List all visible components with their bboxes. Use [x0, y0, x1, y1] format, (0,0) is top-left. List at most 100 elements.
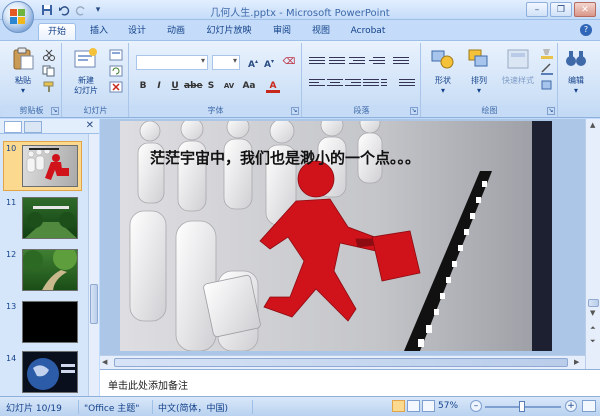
slide-number: 12 [6, 250, 17, 259]
tab-animations[interactable]: 动画 [160, 23, 192, 40]
delete-slide-icon[interactable] [109, 81, 123, 93]
font-color-icon[interactable]: A [266, 79, 280, 93]
drawing-launcher-icon[interactable]: ↘ [547, 107, 555, 115]
copy-icon[interactable] [42, 65, 56, 77]
ribbon-tabs: 开始 插入 设计 动画 幻灯片放映 审阅 视图 Acrobat ? [0, 20, 600, 40]
paragraph-launcher-icon[interactable]: ↘ [410, 107, 418, 115]
scroll-left-icon[interactable]: ◀ [102, 358, 107, 366]
thumbnail-scrollbar[interactable] [88, 134, 99, 396]
tab-insert[interactable]: 插入 [84, 23, 114, 40]
underline-icon[interactable]: U [168, 79, 182, 93]
align-left-icon[interactable] [309, 77, 325, 89]
normal-view-icon[interactable] [392, 400, 405, 412]
slide-thumbnail-12[interactable] [22, 249, 78, 291]
columns-icon[interactable] [381, 77, 397, 89]
close-panel-icon[interactable]: ✕ [86, 120, 94, 131]
bold-icon[interactable]: B [136, 79, 150, 93]
editing-group: 编辑 ▾ [559, 43, 593, 117]
slide-horizontal-scrollbar[interactable]: ◀ ▶ [100, 355, 585, 369]
minimize-button[interactable]: – [526, 2, 548, 17]
shrink-font-icon[interactable]: A▾ [262, 55, 276, 70]
paste-button[interactable]: 粘贴 ▾ [6, 47, 40, 96]
close-button[interactable]: ✕ [574, 2, 596, 17]
previous-slide-icon[interactable]: ⏶ [590, 324, 596, 333]
tab-home[interactable]: 开始 [38, 23, 76, 40]
zoom-in-icon[interactable]: + [565, 400, 577, 412]
notes-pane[interactable]: 单击此处添加备注 [100, 369, 600, 396]
align-center-icon[interactable] [327, 77, 343, 89]
shape-effects-icon[interactable] [540, 79, 554, 91]
window-title: 几何人生.pptx - Microsoft PowerPoint [210, 8, 390, 19]
zoom-out-icon[interactable]: – [470, 400, 482, 412]
scroll-up-icon[interactable]: ▲ [590, 121, 595, 129]
tab-design[interactable]: 设计 [122, 23, 152, 40]
reset-icon[interactable] [109, 65, 123, 77]
decrease-indent-icon[interactable] [349, 55, 365, 67]
thumbnail-scroll-thumb[interactable] [90, 284, 98, 324]
slide-thumbnail-10[interactable] [22, 145, 78, 187]
shape-fill-icon[interactable] [540, 47, 554, 59]
slide-scroll-thumb[interactable] [588, 299, 599, 307]
font-name-select[interactable]: ▾ [136, 55, 208, 70]
tab-review[interactable]: 审阅 [266, 23, 298, 40]
clipboard-launcher-icon[interactable]: ↘ [51, 107, 59, 115]
slide-canvas[interactable]: 茫茫宇宙中，我们也是渺小的一个点。。。 [120, 121, 552, 351]
restore-button[interactable]: ❐ [550, 2, 572, 17]
text-direction-icon[interactable] [399, 77, 415, 89]
line-spacing-icon[interactable] [393, 55, 409, 67]
editing-button[interactable]: 编辑 ▾ [559, 47, 593, 96]
tab-view[interactable]: 视图 [306, 23, 336, 40]
clear-formatting-icon[interactable]: ⌫ [282, 55, 296, 69]
change-case-icon[interactable]: Aa [242, 79, 256, 93]
slide-thumbnail-14[interactable] [22, 351, 78, 393]
scroll-right-icon[interactable]: ▶ [574, 358, 579, 366]
slide-thumbnail-13[interactable] [22, 301, 78, 343]
quick-styles-button[interactable]: 快速样式 [498, 47, 538, 86]
zoom-level[interactable]: 57% [438, 401, 458, 411]
language-indicator[interactable]: 中文(简体，中国) [158, 401, 228, 414]
title-bar: ▾ 几何人生.pptx - Microsoft PowerPoint – ❐ ✕ [0, 0, 600, 20]
office-button[interactable] [2, 1, 34, 33]
tab-acrobat[interactable]: Acrobat [344, 23, 392, 40]
tab-slides-view[interactable] [4, 121, 22, 133]
shapes-button[interactable]: 形状 ▾ [426, 47, 460, 96]
slideshow-view-icon[interactable] [422, 400, 435, 412]
slide-sorter-view-icon[interactable] [407, 400, 420, 412]
horizontal-scroll-thumb[interactable] [114, 358, 568, 367]
slide-vertical-scrollbar[interactable]: ▲ ⏶ ⏷ ▼ [585, 119, 600, 369]
bullets-icon[interactable] [309, 55, 325, 67]
format-painter-icon[interactable] [42, 81, 56, 93]
quick-styles-icon [507, 49, 529, 69]
cut-icon[interactable] [42, 49, 56, 61]
slide-title-text[interactable]: 茫茫宇宙中，我们也是渺小的一个点。。。 [150, 147, 420, 168]
align-right-icon[interactable] [345, 77, 361, 89]
tab-outline-view[interactable] [24, 121, 42, 133]
paragraph-group: 段落 ↘ [303, 43, 421, 117]
numbering-icon[interactable] [329, 55, 345, 67]
strikethrough-icon[interactable]: abe [184, 79, 203, 93]
next-slide-icon[interactable]: ⏷ [590, 337, 596, 346]
slides-group: 新建 幻灯片 幻灯片 [63, 43, 129, 117]
increase-indent-icon[interactable] [369, 55, 385, 67]
slide-thumbnail-11[interactable] [22, 197, 78, 239]
font-launcher-icon[interactable]: ↘ [291, 107, 299, 115]
paragraph-group-label: 段落 [303, 105, 420, 117]
shape-outline-icon[interactable] [540, 63, 554, 75]
char-spacing-icon[interactable]: AV [222, 79, 236, 93]
grow-font-icon[interactable]: A▴ [246, 55, 260, 70]
help-icon[interactable]: ? [580, 24, 592, 36]
tab-slideshow[interactable]: 幻灯片放映 [200, 23, 258, 40]
slide-number: 13 [6, 302, 17, 311]
font-size-select[interactable]: ▾ [212, 55, 240, 70]
new-slide-button[interactable]: 新建 幻灯片 [67, 47, 105, 96]
shapes-icon [431, 50, 454, 69]
justify-icon[interactable] [363, 77, 379, 89]
drawing-group: 形状 ▾ 排列 ▾ 快速样式 绘图 ↘ [422, 43, 558, 117]
italic-icon[interactable]: I [152, 79, 166, 93]
text-shadow-icon[interactable]: S [204, 79, 218, 93]
layout-icon[interactable] [109, 49, 123, 61]
scroll-down-icon[interactable]: ▼ [590, 309, 595, 317]
fit-to-window-icon[interactable] [582, 400, 596, 412]
arrange-button[interactable]: 排列 ▾ [462, 47, 496, 96]
zoom-slider-knob[interactable] [519, 401, 525, 412]
